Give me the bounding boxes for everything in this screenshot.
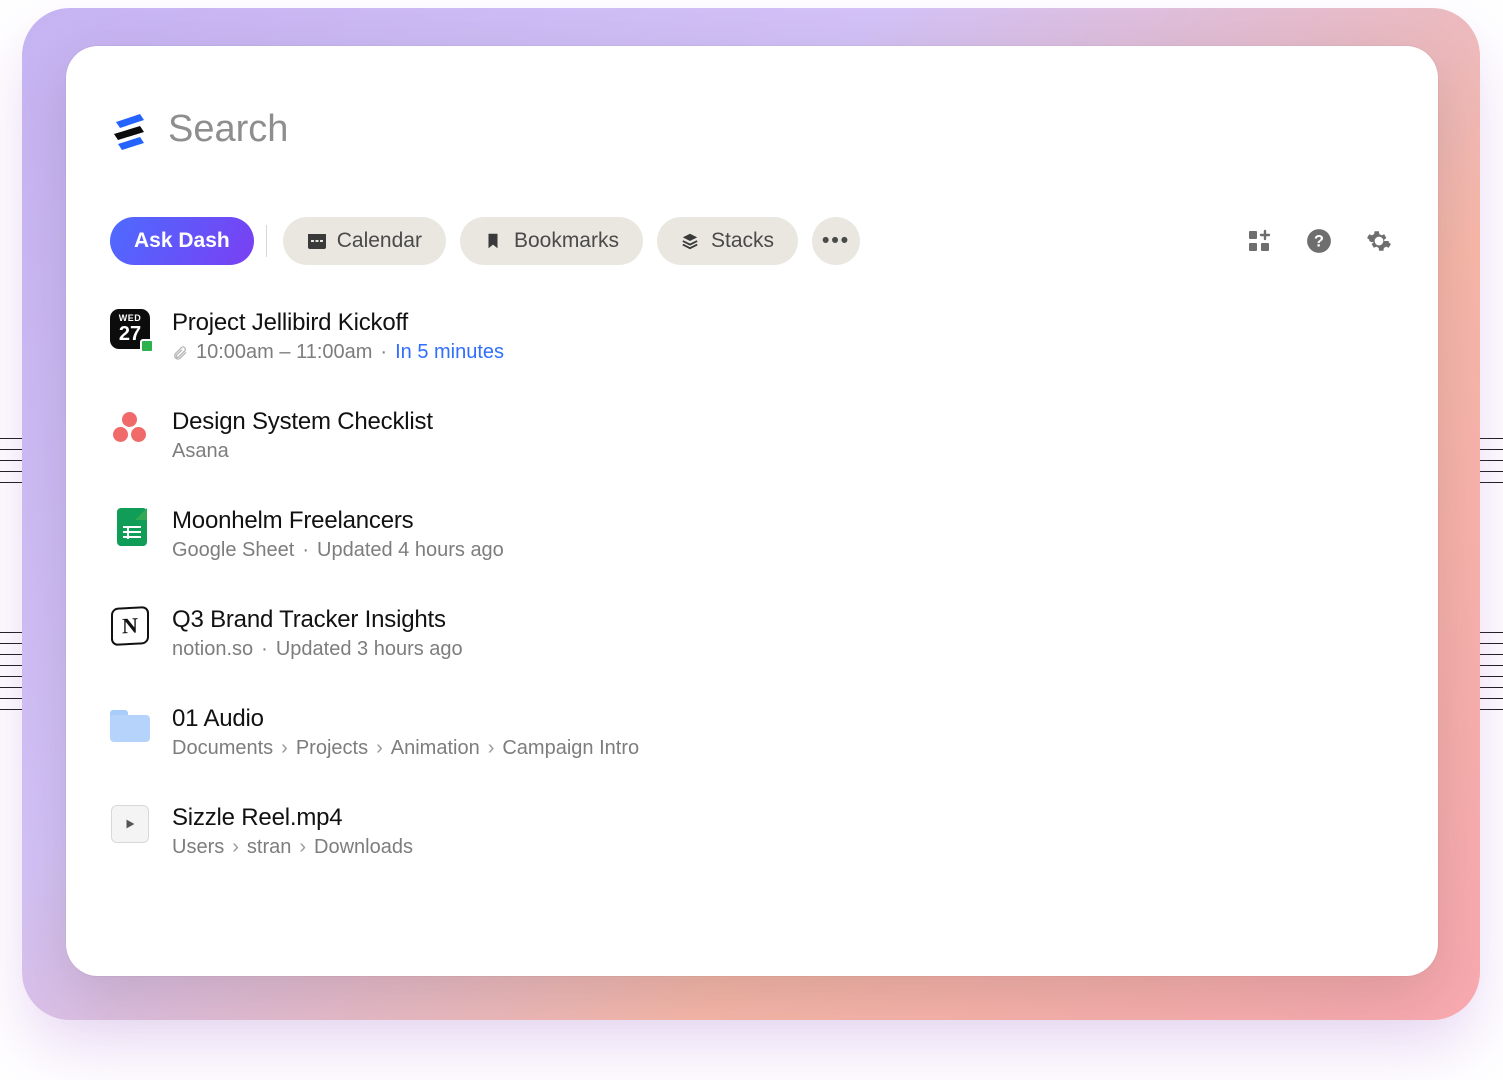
search-row xyxy=(110,108,1394,151)
result-breadcrumb: Documents› Projects› Animation› Campaign… xyxy=(172,737,1394,760)
result-title: Design System Checklist xyxy=(172,408,1394,436)
google-sheet-icon xyxy=(110,507,150,547)
result-subtitle: Asana xyxy=(172,440,1394,463)
result-google-sheet[interactable]: Moonhelm Freelancers Google Sheet · Upda… xyxy=(110,505,1394,564)
results-list: WED 27 Project Jellibird Kickoff 10:00am… xyxy=(110,307,1394,861)
stacks-icon xyxy=(681,232,701,250)
folder-icon xyxy=(110,705,150,745)
calendar-date-icon: WED 27 xyxy=(110,309,150,349)
result-title: 01 Audio xyxy=(172,705,1394,733)
result-breadcrumb: Users› stran› Downloads xyxy=(172,836,1394,859)
result-subtitle: notion.so · Updated 3 hours ago xyxy=(172,638,1394,661)
result-notion[interactable]: N Q3 Brand Tracker Insights notion.so · … xyxy=(110,604,1394,663)
chip-label: Bookmarks xyxy=(514,229,619,253)
chip-label: Stacks xyxy=(711,229,774,253)
settings-button[interactable] xyxy=(1364,226,1394,256)
calendar-chip[interactable]: Calendar xyxy=(283,217,446,265)
ask-dash-button[interactable]: Ask Dash xyxy=(110,217,254,265)
result-asana[interactable]: Design System Checklist Asana xyxy=(110,406,1394,465)
toolbar-icons: ? xyxy=(1244,226,1394,256)
asana-icon xyxy=(110,408,150,448)
chip-label: Ask Dash xyxy=(134,229,230,253)
stacks-chip[interactable]: Stacks xyxy=(657,217,798,265)
video-file-icon xyxy=(110,804,150,844)
bookmarks-chip[interactable]: Bookmarks xyxy=(460,217,643,265)
calendar-day: 27 xyxy=(119,324,141,344)
chip-divider xyxy=(266,225,267,257)
help-button[interactable]: ? xyxy=(1304,226,1334,256)
result-subtitle: 10:00am – 11:00am · In 5 minutes xyxy=(172,341,1394,364)
result-video-file[interactable]: Sizzle Reel.mp4 Users› stran› Downloads xyxy=(110,802,1394,861)
add-widget-button[interactable] xyxy=(1244,226,1274,256)
svg-text:?: ? xyxy=(1314,232,1324,250)
result-title: Sizzle Reel.mp4 xyxy=(172,804,1394,832)
ellipsis-icon: ••• xyxy=(822,229,850,253)
chip-label: Calendar xyxy=(337,229,422,253)
calendar-icon xyxy=(307,232,327,250)
filter-chips-row: Ask Dash Calendar Bookmarks Stacks ••• xyxy=(110,217,1394,265)
search-input[interactable] xyxy=(168,108,1394,151)
result-title: Project Jellibird Kickoff xyxy=(172,309,1394,337)
result-subtitle: Google Sheet · Updated 4 hours ago xyxy=(172,539,1394,562)
app-logo-icon xyxy=(110,110,150,150)
notion-icon: N xyxy=(110,606,150,646)
result-title: Moonhelm Freelancers xyxy=(172,507,1394,535)
calendar-weekday: WED xyxy=(119,314,142,323)
bookmark-icon xyxy=(484,232,504,250)
result-title: Q3 Brand Tracker Insights xyxy=(172,606,1394,634)
result-folder[interactable]: 01 Audio Documents› Projects› Animation›… xyxy=(110,703,1394,762)
more-filters-button[interactable]: ••• xyxy=(812,217,860,265)
attachment-icon xyxy=(172,345,188,361)
result-calendar-event[interactable]: WED 27 Project Jellibird Kickoff 10:00am… xyxy=(110,307,1394,366)
search-panel: Ask Dash Calendar Bookmarks Stacks ••• xyxy=(66,46,1438,976)
